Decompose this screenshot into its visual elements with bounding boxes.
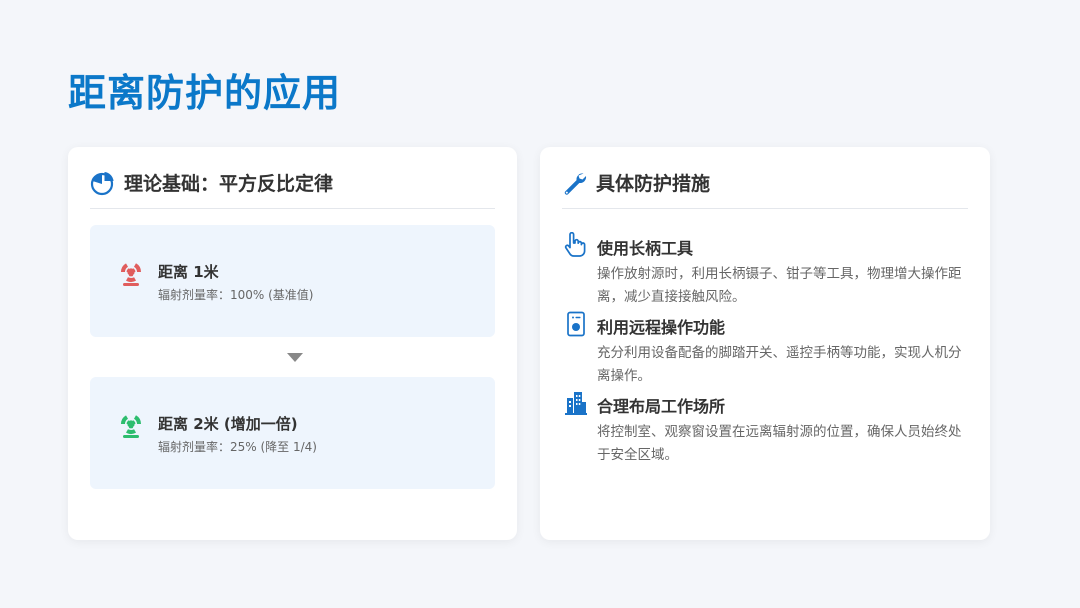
remote-control-icon [567,311,585,337]
measure-long-tools-title: 使用长柄工具 [597,239,694,258]
radiation-icon [120,415,142,438]
measure-long-tools-desc: 操作放射源时，利用长柄镊子、钳子等工具，物理增大操作距离，减少直接接触风险。 [597,266,962,305]
measure-workplace-layout-desc: 将控制室、观察窗设置在远离辐射源的位置，确保人员始终处于安全区域。 [597,424,962,463]
hand-pointer-icon [564,232,586,257]
measures-card-title: 具体防护措施 [596,173,711,195]
arrow-down-icon [287,353,303,362]
measures-card-header: 具体防护措施 [562,169,968,209]
distance-1m-title: 距离 1米 [158,263,219,281]
distance-1m-rate: 辐射剂量率：100% (基准值) [158,288,314,302]
theory-card-title: 理论基础：平方反比定律 [124,173,334,195]
measures-card: 具体防护措施 使用长柄工具 操作放射源时，利用长柄镊子、钳子等工具，物理增大操作… [540,147,990,540]
measure-workplace-layout-title: 合理布局工作场所 [597,397,726,416]
theory-card: 理论基础：平方反比定律 距离 1米 辐射剂量率：100% (基准值) 距离 2米… [68,147,517,540]
distance-1m-box: 距离 1米 辐射剂量率：100% (基准值) [90,225,495,337]
distance-2m-title: 距离 2米 (增加一倍) [158,415,298,433]
distance-2m-box: 距离 2米 (增加一倍) 辐射剂量率：25% (降至 1/4) [90,377,495,489]
wrench-icon [564,173,587,195]
distance-2m-rate: 辐射剂量率：25% (降至 1/4) [158,440,317,454]
building-icon [565,392,587,415]
measure-remote-operation-desc: 充分利用设备配备的脚踏开关、遥控手柄等功能，实现人机分离操作。 [597,345,962,384]
measure-remote-operation-title: 利用远程操作功能 [597,318,726,337]
theory-card-header: 理论基础：平方反比定律 [90,169,495,209]
page-title: 距离防护的应用 [68,71,342,115]
pie-chart-icon [90,172,114,196]
radiation-icon [120,263,142,286]
